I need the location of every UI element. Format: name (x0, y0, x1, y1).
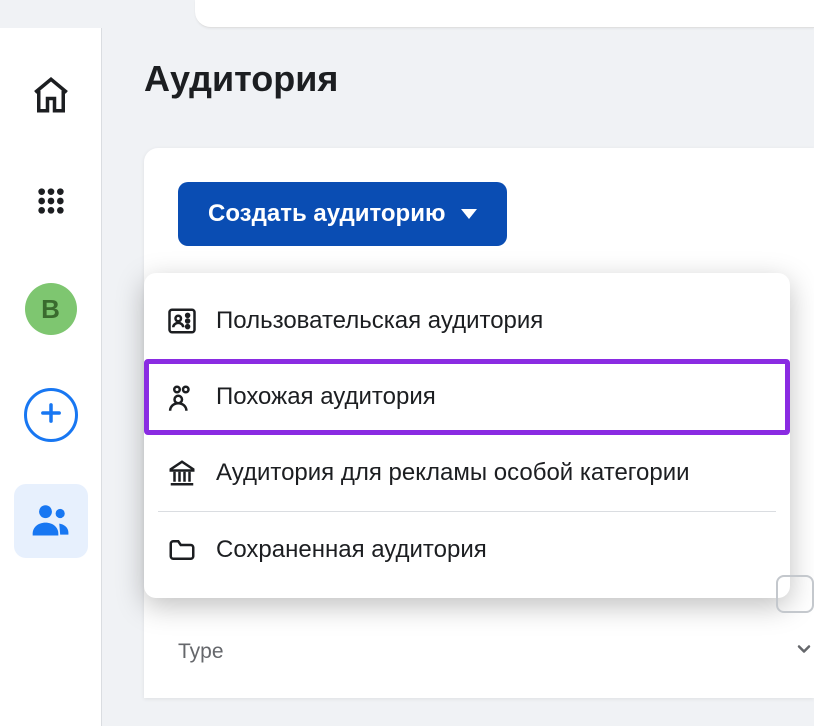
people-icon (29, 497, 73, 546)
create-audience-dropdown: Пользовательская аудитория Похожая аудит… (144, 273, 790, 598)
avatar-letter: B (41, 294, 60, 325)
dropdown-item-lookalike-audience[interactable]: Похожая аудитория (144, 359, 790, 435)
dropdown-item-special-category[interactable]: Аудитория для рекламы особой категории (144, 435, 790, 511)
dropdown-item-label: Сохраненная аудитория (216, 536, 487, 564)
avatar: B (25, 283, 77, 335)
lookalike-icon (166, 381, 198, 413)
filter-type-label: Type (178, 640, 224, 664)
dropdown-item-saved-audience[interactable]: Сохраненная аудитория (144, 512, 790, 588)
grid-icon (35, 185, 67, 222)
create-button-label: Создать аудиторию (208, 200, 445, 228)
dropdown-item-label: Пользовательская аудитория (216, 307, 543, 335)
page-title: Аудитория (144, 58, 814, 100)
audience-card: Создать аудиторию Пользовательская аудит… (144, 148, 814, 698)
user-box-icon (166, 305, 198, 337)
add-circle (24, 388, 78, 442)
sidebar-add[interactable] (14, 378, 88, 452)
dropdown-item-label: Похожая аудитория (216, 383, 436, 411)
sidebar-apps[interactable] (14, 166, 88, 240)
bank-icon (166, 457, 198, 489)
dropdown-item-label: Аудитория для рекламы особой категории (216, 459, 690, 487)
filter-checkbox[interactable] (776, 575, 814, 613)
sidebar: B (0, 28, 102, 726)
caret-down-icon (461, 209, 477, 219)
plus-icon (37, 399, 65, 432)
dropdown-item-custom-audience[interactable]: Пользовательская аудитория (144, 283, 790, 359)
sidebar-home[interactable] (14, 60, 88, 134)
top-bar (195, 0, 814, 28)
main-content: Аудитория Создать аудиторию Польз (102, 28, 814, 726)
filter-section: Type (178, 623, 814, 664)
folder-icon (166, 534, 198, 566)
filter-type-row[interactable]: Type (178, 639, 814, 664)
home-icon (30, 74, 72, 121)
create-audience-button[interactable]: Создать аудиторию (178, 182, 507, 246)
sidebar-account[interactable]: B (14, 272, 88, 346)
sidebar-audiences[interactable] (14, 484, 88, 558)
chevron-down-icon (794, 639, 814, 664)
